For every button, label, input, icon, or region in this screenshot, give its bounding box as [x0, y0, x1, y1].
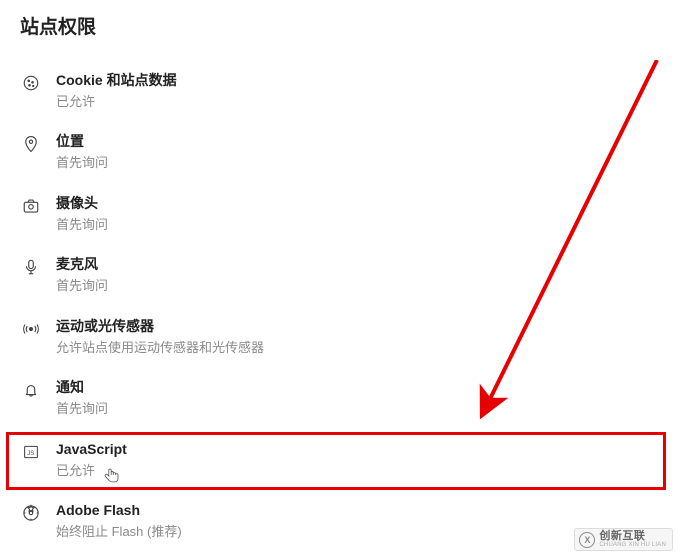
perm-label: 通知	[56, 378, 108, 398]
perm-label: Adobe Flash	[56, 501, 182, 521]
page-title: 站点权限	[20, 12, 679, 39]
location-icon	[20, 133, 42, 155]
perm-label: 麦克风	[56, 255, 108, 275]
perm-sub: 允许站点使用运动传感器和光传感器	[56, 340, 264, 357]
perm-sub: 首先询问	[56, 278, 108, 295]
perm-sub: 首先询问	[56, 217, 108, 234]
camera-icon	[20, 195, 42, 217]
watermark-sub: CHUANG XIN HU LIAN	[599, 542, 666, 548]
perm-item-sensors[interactable]: 运动或光传感器 允许站点使用运动传感器和光传感器	[20, 309, 679, 370]
perm-item-cookie[interactable]: Cookie 和站点数据 已允许	[20, 63, 679, 124]
svg-text:JS: JS	[27, 451, 34, 457]
cookie-icon	[20, 72, 42, 94]
watermark-logo-icon: X	[579, 532, 595, 548]
perm-item-notifications[interactable]: 通知 首先询问	[20, 370, 679, 431]
perm-item-javascript[interactable]: JS JavaScript 已允许	[20, 432, 679, 493]
perm-sub: 首先询问	[56, 401, 108, 418]
perm-item-microphone[interactable]: 麦克风 首先询问	[20, 247, 679, 308]
perm-label: 摄像头	[56, 194, 108, 214]
bell-icon	[20, 379, 42, 401]
perm-sub: 已允许	[56, 94, 177, 111]
perm-label: 运动或光传感器	[56, 317, 264, 337]
javascript-icon: JS	[20, 441, 42, 463]
microphone-icon	[20, 256, 42, 278]
perm-item-location[interactable]: 位置 首先询问	[20, 124, 679, 185]
perm-sub: 首先询问	[56, 155, 108, 172]
perm-sub: 始终阻止 Flash (推荐)	[56, 524, 182, 541]
perm-label: Cookie 和站点数据	[56, 71, 177, 91]
perm-label: JavaScript	[56, 440, 127, 460]
sensor-icon	[20, 318, 42, 340]
watermark: X 创新互联 CHUANG XIN HU LIAN	[574, 528, 673, 551]
watermark-main: 创新互联	[599, 531, 666, 542]
flash-icon	[20, 502, 42, 524]
perm-label: 位置	[56, 132, 108, 152]
perm-item-camera[interactable]: 摄像头 首先询问	[20, 186, 679, 247]
perm-sub: 已允许	[56, 463, 127, 480]
